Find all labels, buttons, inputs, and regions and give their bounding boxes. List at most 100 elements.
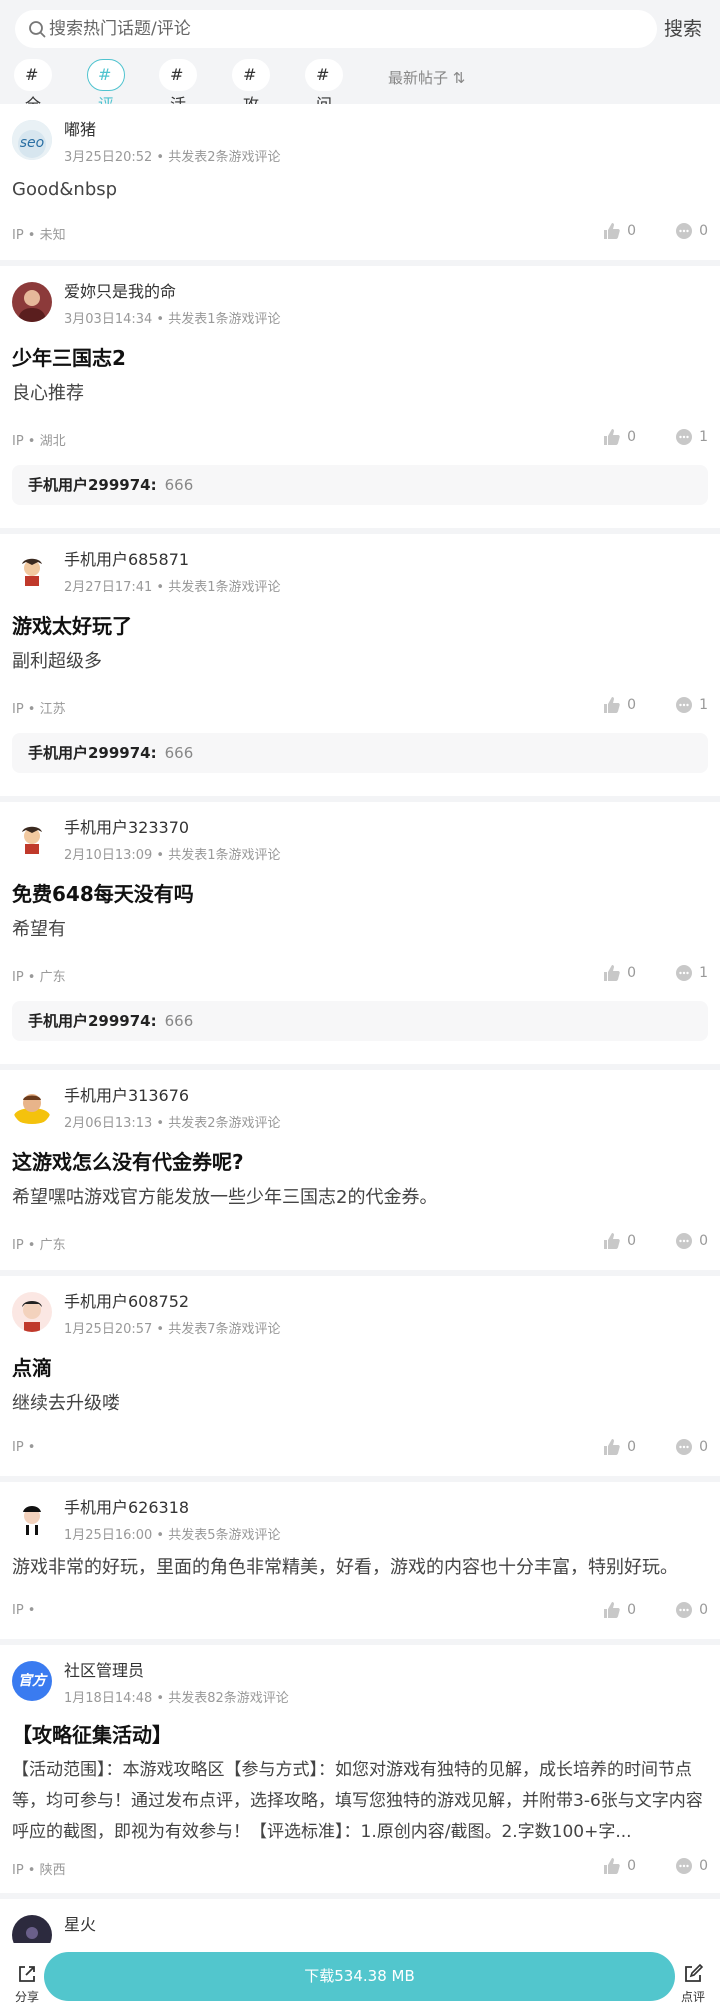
- post-body: 游戏非常的好玩，里面的角色非常精美，好看，游戏的内容也十分丰富，特别好玩。: [12, 1557, 678, 1578]
- reply-preview[interactable]: 手机用户299974: 666: [12, 465, 708, 505]
- thumbs-up-icon: [604, 1858, 620, 1874]
- username[interactable]: 手机用户685871: [64, 546, 189, 570]
- post-card[interactable]: 手机用户608752 1月25日20:57 • 共发表7条游戏评论 点滴 继续去…: [0, 1276, 720, 1476]
- username[interactable]: 手机用户608752: [64, 1288, 189, 1312]
- username[interactable]: 社区管理员: [64, 1657, 144, 1681]
- avatar[interactable]: [12, 818, 52, 858]
- post-body: Good&nbsp: [12, 179, 118, 200]
- post-card[interactable]: 手机用户323370 2月10日13:09 • 共发表1条游戏评论 免费648每…: [0, 802, 720, 1064]
- post-card[interactable]: 手机用户626318 1月25日16:00 • 共发表5条游戏评论 游戏非常的好…: [0, 1482, 720, 1639]
- like-button[interactable]: 0: [603, 1232, 636, 1250]
- post-meta: 3月25日20:52 • 共发表2条游戏评论: [64, 150, 281, 165]
- ip-location: IP • 陕西: [12, 1863, 66, 1878]
- username[interactable]: 手机用户313676: [64, 1082, 189, 1106]
- thumbs-up-icon: [604, 1602, 620, 1618]
- reply-preview[interactable]: 手机用户299974: 666: [12, 733, 708, 773]
- avatar[interactable]: seo: [12, 120, 52, 160]
- comment-count: 0: [699, 223, 708, 239]
- comment-icon: [676, 965, 693, 981]
- avatar[interactable]: [12, 1498, 52, 1538]
- avatar[interactable]: [12, 1086, 52, 1126]
- post-card[interactable]: 手机用户313676 2月06日13:13 • 共发表2条游戏评论 这游戏怎么没…: [0, 1070, 720, 1270]
- like-count: 0: [627, 697, 636, 713]
- like-count: 0: [627, 429, 636, 445]
- reply-text: 666: [164, 1012, 194, 1030]
- comment-button[interactable]: 0: [675, 1232, 708, 1250]
- post-meta: 1月25日20:57 • 共发表7条游戏评论: [64, 1322, 281, 1337]
- official-avatar[interactable]: 官方: [12, 1661, 52, 1701]
- thumbs-up-icon: [604, 223, 620, 239]
- download-button[interactable]: 下载534.38 MB: [44, 1952, 675, 2001]
- post-footer: IP • 0 0: [12, 1438, 708, 1460]
- reply-preview[interactable]: 手机用户299974: 666: [12, 1001, 708, 1041]
- search-bar[interactable]: [15, 10, 657, 48]
- post-meta: 1月18日14:48 • 共发表82条游戏评论: [64, 1691, 289, 1706]
- post-body: 副利超级多: [12, 651, 102, 672]
- post-card[interactable]: seo 嘟猪 3月25日20:52 • 共发表2条游戏评论 Good&nbsp …: [0, 104, 720, 260]
- reply-text: 666: [164, 744, 194, 762]
- avatar[interactable]: [12, 282, 52, 322]
- avatar[interactable]: [12, 1292, 52, 1332]
- post-title: 少年三国志2: [12, 346, 126, 370]
- post-card[interactable]: 官方 社区管理员 1月18日14:48 • 共发表82条游戏评论 【攻略征集活动…: [0, 1645, 720, 1893]
- review-label: 点评: [680, 1990, 705, 2004]
- like-button[interactable]: 0: [603, 222, 636, 240]
- username[interactable]: 爱妳只是我的命: [64, 278, 176, 302]
- post-footer: IP • 0 0: [12, 1601, 708, 1623]
- share-button[interactable]: 分享: [12, 1963, 42, 2005]
- post-body: 希望嘿咕游戏官方能发放一些少年三国志2的代金券。: [12, 1187, 438, 1208]
- like-button[interactable]: 0: [603, 428, 636, 446]
- like-count: 0: [627, 223, 636, 239]
- comment-button[interactable]: 0: [675, 222, 708, 240]
- post-footer: IP • 广东 0 1: [12, 964, 708, 986]
- post-meta: 2月06日13:13 • 共发表2条游戏评论: [64, 1116, 281, 1131]
- like-button[interactable]: 0: [603, 964, 636, 982]
- tag-guide[interactable]: #攻略: [232, 59, 271, 144]
- thumbs-up-icon: [604, 1439, 620, 1455]
- post-footer: IP • 广东 0 0: [12, 1232, 708, 1254]
- comment-button[interactable]: 1: [675, 428, 708, 446]
- search-input[interactable]: [49, 10, 639, 48]
- post-card[interactable]: 手机用户685871 2月27日17:41 • 共发表1条游戏评论 游戏太好玩了…: [0, 534, 720, 796]
- comment-button[interactable]: 0: [675, 1857, 708, 1875]
- ip-location: IP • 未知: [12, 228, 66, 243]
- ip-location: IP • 江苏: [12, 702, 66, 717]
- like-button[interactable]: 0: [603, 1857, 636, 1875]
- tag-review[interactable]: #评论: [87, 59, 126, 144]
- tag-activity[interactable]: #活动: [159, 59, 198, 144]
- username[interactable]: 手机用户626318: [64, 1494, 189, 1518]
- ip-location: IP •: [12, 1603, 36, 1618]
- like-button[interactable]: 0: [603, 696, 636, 714]
- like-count: 0: [627, 1439, 636, 1455]
- tag-qa[interactable]: #问答: [305, 59, 344, 144]
- search-button[interactable]: 搜索: [664, 14, 702, 41]
- comment-button[interactable]: 0: [675, 1438, 708, 1456]
- username[interactable]: 手机用户323370: [64, 814, 189, 838]
- post-footer: IP • 未知 0 0: [12, 222, 708, 244]
- review-button[interactable]: 点评: [678, 1963, 708, 2005]
- tag-all[interactable]: #全部: [14, 59, 53, 144]
- username[interactable]: 嘟猪: [64, 116, 96, 140]
- like-button[interactable]: 0: [603, 1601, 636, 1619]
- thumbs-up-icon: [604, 697, 620, 713]
- username[interactable]: 星火: [64, 1911, 96, 1935]
- like-button[interactable]: 0: [603, 1438, 636, 1456]
- post-meta: 1月25日16:00 • 共发表5条游戏评论: [64, 1528, 281, 1543]
- share-icon: [19, 1966, 35, 1982]
- reply-user: 手机用户299974:: [28, 476, 157, 494]
- avatar[interactable]: [12, 550, 52, 590]
- post-body: 良心推荐: [12, 383, 84, 404]
- post-body: 希望有: [12, 919, 66, 940]
- reply-user: 手机用户299974:: [28, 1012, 157, 1030]
- svg-text:seo: seo: [20, 135, 44, 151]
- sort-toggle[interactable]: 最新帖子 ⇅: [388, 67, 465, 88]
- comment-icon: [676, 1858, 693, 1874]
- comment-button[interactable]: 1: [675, 696, 708, 714]
- header: 搜索 #全部 #评论 #活动 #攻略 #问答 最新帖子 ⇅: [0, 0, 720, 144]
- post-meta: 3月03日14:34 • 共发表1条游戏评论: [64, 312, 281, 327]
- post-footer: IP • 江苏 0 1: [12, 696, 708, 718]
- comment-button[interactable]: 1: [675, 964, 708, 982]
- comment-button[interactable]: 0: [675, 1601, 708, 1619]
- post-card[interactable]: 爱妳只是我的命 3月03日14:34 • 共发表1条游戏评论 少年三国志2 良心…: [0, 266, 720, 528]
- comment-count: 0: [699, 1602, 708, 1618]
